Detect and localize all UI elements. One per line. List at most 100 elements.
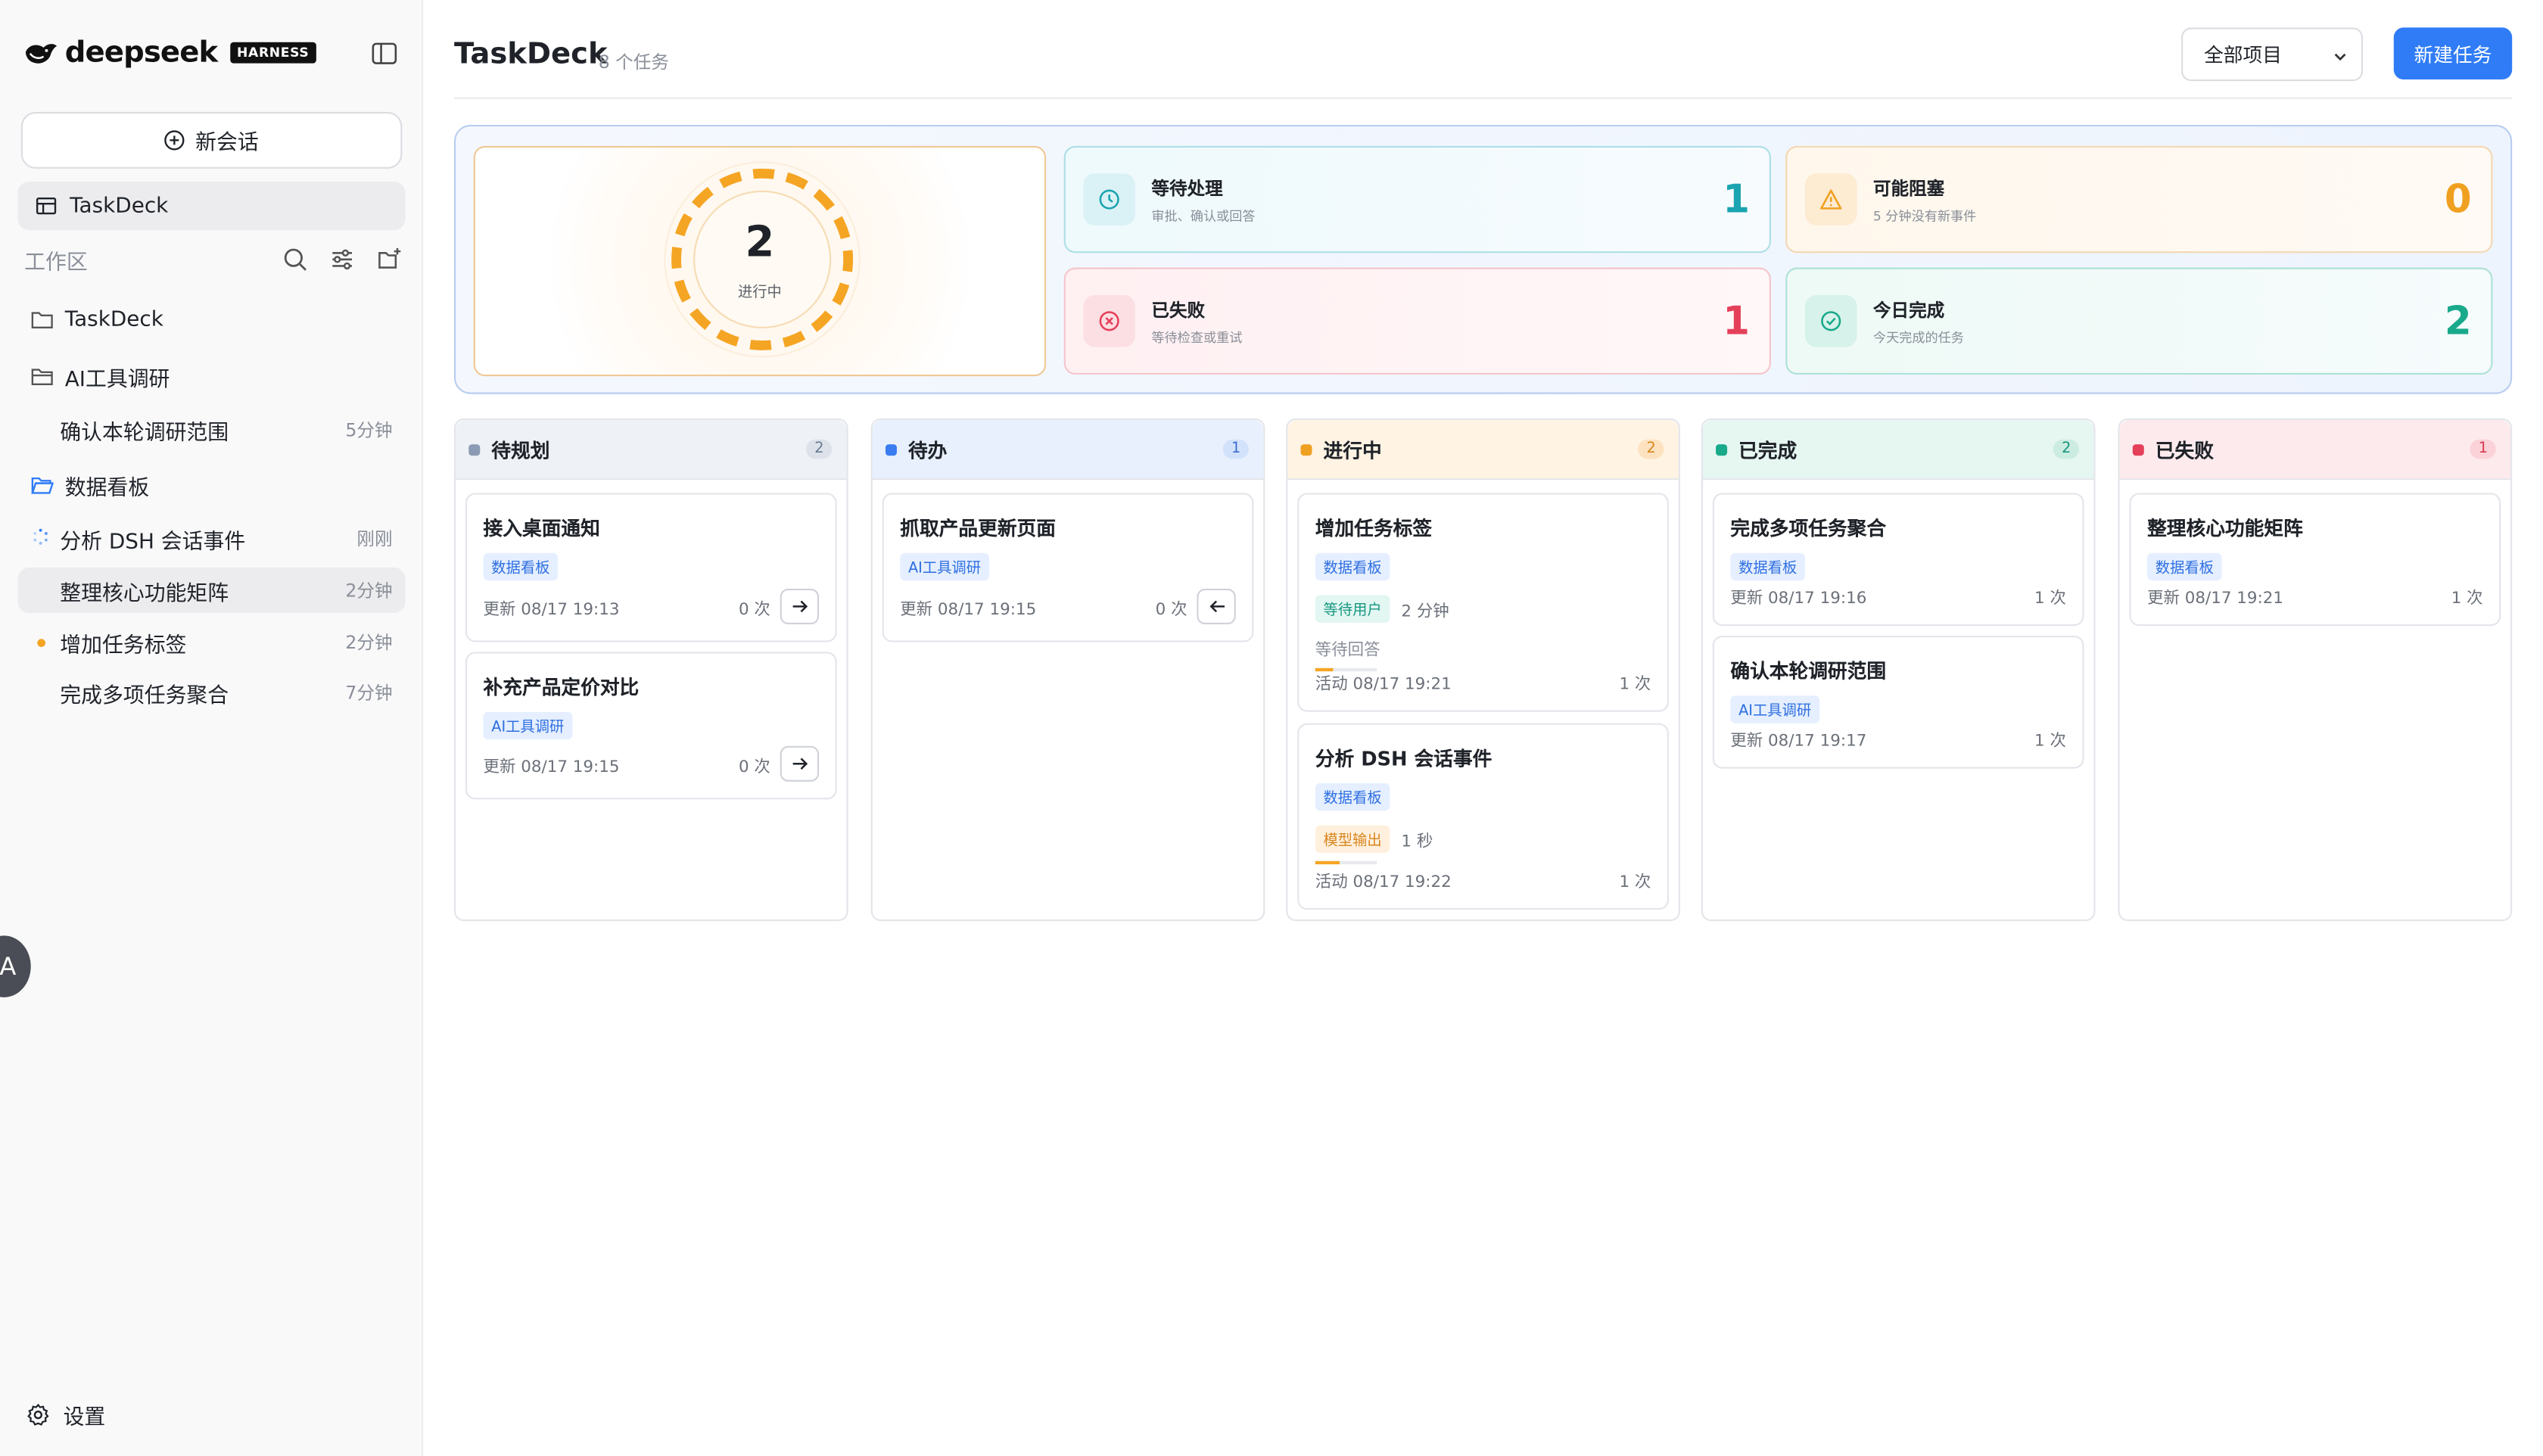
stat-subtitle: 今天完成的任务: [1872, 330, 1964, 345]
card-updated: 更新 08/17 19:15: [900, 600, 1037, 619]
column-header: 待办 1: [872, 419, 1264, 481]
task-card[interactable]: 确认本轮调研范围 AI工具调研 更新 08/17 19:17 1 次: [1712, 635, 2084, 769]
column-planning: 待规划 2 接入桌面通知 数据看板 更新 08/17 19:13 0 次 补充产…: [453, 418, 848, 922]
tree-folder-dashboard[interactable]: 数据看板: [18, 462, 406, 508]
tree-item-analyze-dsh[interactable]: 分析 DSH 会话事件 刚刚: [18, 515, 406, 561]
task-card[interactable]: 分析 DSH 会话事件 数据看板 模型输出 1 秒 活动 08/17 19:22…: [1297, 723, 1669, 910]
stat-title: 等待处理: [1151, 177, 1223, 199]
sidebar: deepseek HARNESS 新会话 TaskDeck 工作区 TaskDe…: [0, 0, 424, 1456]
workspace-header: 工作区: [24, 243, 402, 275]
tree-item-task-tags[interactable]: 增加任务标签 2分钟: [18, 620, 406, 665]
project-tag: 数据看板: [483, 552, 559, 581]
folder-open-icon: [31, 477, 54, 494]
card-title: 完成多项任务聚合: [1730, 517, 1887, 540]
column-in-progress: 进行中 2 增加任务标签 数据看板 等待用户 2 分钟 等待回答 活动 08/1…: [1286, 418, 1680, 922]
stat-value: 1: [1723, 298, 1751, 344]
column-count: 2: [2053, 439, 2080, 459]
task-card[interactable]: 抓取产品更新页面 AI工具调研 更新 08/17 19:15 0 次: [882, 493, 1254, 642]
filter-sliders-icon[interactable]: [329, 247, 355, 272]
tree-item-feature-matrix[interactable]: 整理核心功能矩阵 2分钟: [17, 567, 406, 613]
tree-item-aggregate[interactable]: 完成多项任务聚合 7分钟: [18, 670, 406, 715]
tree-item-confirm-scope[interactable]: 确认本轮调研范围 5分钟: [18, 407, 406, 453]
sidebar-item-taskdeck[interactable]: TaskDeck: [17, 181, 406, 231]
folder-icon: [31, 369, 53, 386]
stat-title: 已失败: [1151, 299, 1206, 321]
column-title: 已完成: [1738, 438, 1798, 462]
sidebar-toggle-icon[interactable]: [372, 42, 397, 65]
workspace-label: 工作区: [24, 250, 88, 275]
new-chat-label: 新会话: [195, 131, 259, 156]
card-run-count: 0 次: [738, 600, 770, 619]
column-status-dot: [885, 443, 897, 456]
column-header: 进行中 2: [1287, 419, 1679, 481]
card-run-count: 1 次: [2451, 590, 2483, 608]
in-progress-ring-card[interactable]: 2 进行中: [473, 145, 1047, 377]
page-title: TaskDeck: [453, 37, 608, 72]
ring-label: 进行中: [737, 285, 782, 302]
move-left-button[interactable]: [1197, 588, 1236, 624]
column-failed: 已失败 1 整理核心功能矩阵 数据看板 更新 08/17 19:21 1 次: [2118, 418, 2513, 922]
table-icon: [36, 197, 57, 215]
task-card[interactable]: 接入桌面通知 数据看板 更新 08/17 19:13 0 次: [465, 493, 837, 642]
card-run-count: 0 次: [738, 758, 770, 776]
card-activity: 活动 08/17 19:22: [1315, 873, 1452, 892]
stat-card-failed[interactable]: 已失败 等待检查或重试 1: [1063, 267, 1771, 375]
card-updated: 更新 08/17 19:21: [2147, 590, 2284, 608]
tree-time: 5分钟: [345, 419, 393, 441]
tree-label: 完成多项任务聚合: [60, 683, 229, 708]
avatar-letter: A: [0, 951, 17, 982]
status-tag: 等待用户: [1315, 595, 1390, 623]
tree-label: 确认本轮调研范围: [60, 421, 229, 446]
activity-bar-fill: [1315, 860, 1340, 865]
move-right-button[interactable]: [780, 588, 820, 624]
check-circle-icon: [1804, 294, 1857, 347]
task-count: 8 个任务: [598, 51, 669, 73]
card-title: 分析 DSH 会话事件: [1315, 747, 1492, 770]
plus-circle-icon: [165, 130, 185, 151]
task-card[interactable]: 增加任务标签 数据看板 等待用户 2 分钟 等待回答 活动 08/17 19:2…: [1297, 493, 1669, 712]
column-title: 待办: [907, 438, 948, 462]
new-chat-button[interactable]: 新会话: [20, 111, 403, 169]
stat-value: 0: [2444, 176, 2472, 222]
project-select[interactable]: 全部项目: [2181, 27, 2364, 82]
search-icon[interactable]: [282, 247, 308, 272]
column-status-dot: [1716, 443, 1728, 456]
tree-time: 刚刚: [356, 528, 393, 550]
tree-time: 2分钟: [345, 580, 393, 602]
tree-label: TaskDeck: [64, 307, 163, 332]
stat-subtitle: 审批、确认或回答: [1151, 208, 1256, 223]
new-task-button[interactable]: 新建任务: [2393, 27, 2513, 79]
stat-value: 2: [2444, 298, 2472, 344]
card-title: 增加任务标签: [1315, 517, 1433, 540]
task-card[interactable]: 整理核心功能矩阵 数据看板 更新 08/17 19:21 1 次: [2129, 493, 2501, 627]
column-header: 待规划 2: [456, 419, 847, 481]
arrow-right-icon: [792, 600, 808, 613]
stat-card-waiting[interactable]: 等待处理 审批、确认或回答 1: [1063, 145, 1771, 254]
tree-time: 7分钟: [345, 683, 393, 704]
task-card[interactable]: 完成多项任务聚合 数据看板 更新 08/17 19:16 1 次: [1712, 493, 2084, 627]
ring-value: 2: [745, 219, 775, 268]
card-run-count: 1 次: [2034, 590, 2066, 608]
chevron-down-icon: [2334, 53, 2346, 61]
column-todo: 待办 1 抓取产品更新页面 AI工具调研 更新 08/17 19:15 0 次: [870, 418, 1265, 922]
move-right-button[interactable]: [780, 745, 820, 782]
column-header: 已完成 2: [1702, 419, 2094, 481]
card-title: 确认本轮调研范围: [1730, 660, 1887, 683]
column-header: 已失败 1: [2119, 419, 2511, 481]
project-tag: AI工具调研: [483, 711, 573, 740]
column-title: 待规划: [491, 438, 550, 462]
task-card[interactable]: 补充产品定价对比 AI工具调研 更新 08/17 19:15 0 次: [465, 652, 837, 800]
avatar[interactable]: A: [0, 935, 31, 997]
topbar: TaskDeck 8 个任务 全部项目 新建任务: [453, 27, 2513, 99]
tree-folder-ai-research[interactable]: AI工具调研: [18, 353, 406, 399]
main-area: TaskDeck 8 个任务 全部项目 新建任务 2 进行中 等待处理 审批、确…: [423, 0, 2543, 1456]
tree-folder-taskdeck[interactable]: TaskDeck: [18, 297, 406, 342]
settings-button[interactable]: 设置: [26, 1399, 105, 1430]
column-count: 2: [1638, 439, 1664, 459]
stat-card-done[interactable]: 今日完成 今天完成的任务 2: [1785, 267, 2493, 375]
tree-label: 整理核心功能矩阵: [60, 581, 229, 606]
status-tag: 模型输出: [1315, 825, 1390, 854]
card-run-count: 1 次: [1619, 676, 1651, 695]
new-folder-icon[interactable]: [376, 247, 402, 272]
stat-card-blocked[interactable]: 可能阻塞 5 分钟没有新事件 0: [1785, 145, 2493, 254]
